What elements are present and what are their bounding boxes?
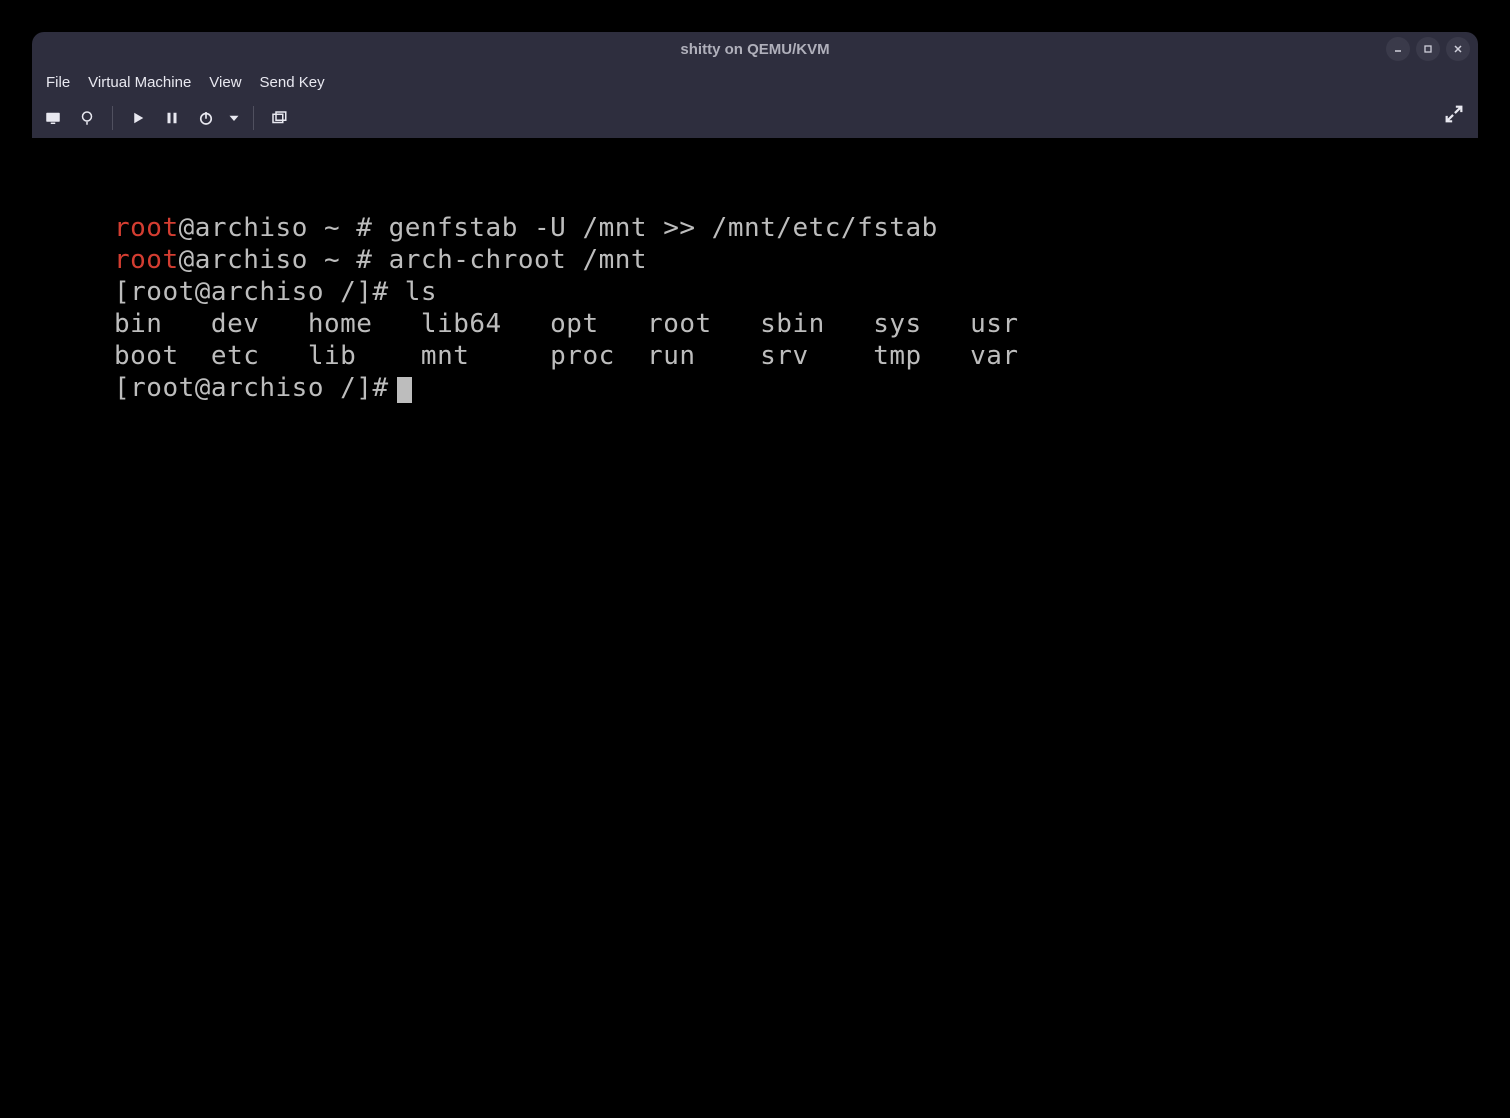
ls-output-row: bin dev home lib64 opt root sbin sys usr: [114, 309, 1019, 339]
chroot-prompt: [root@archiso /]#: [114, 373, 389, 403]
prompt-line: @archiso ~ # arch-chroot /mnt: [179, 245, 647, 275]
toolbar-separator: [253, 106, 254, 130]
toolbar: [32, 98, 1478, 138]
menu-send-key[interactable]: Send Key: [252, 70, 333, 95]
shutdown-menu-button[interactable]: [225, 103, 243, 133]
chroot-prompt: [root@archiso /]# ls: [114, 277, 437, 307]
play-icon: [129, 109, 147, 127]
maximize-icon: [1423, 44, 1433, 54]
window-title: shitty on QEMU/KVM: [680, 41, 829, 58]
details-view-button[interactable]: [72, 103, 102, 133]
snapshots-icon: [270, 109, 288, 127]
close-button[interactable]: [1446, 37, 1470, 61]
power-icon: [197, 109, 215, 127]
run-button[interactable]: [123, 103, 153, 133]
snapshots-button[interactable]: [264, 103, 294, 133]
menu-view[interactable]: View: [201, 70, 249, 95]
window-controls: [1386, 37, 1470, 61]
menu-file[interactable]: File: [38, 70, 78, 95]
monitor-icon: [44, 109, 62, 127]
ls-output-row: boot etc lib mnt proc run srv tmp var: [114, 341, 1019, 371]
chevron-down-icon: [225, 109, 243, 127]
prompt-user: root: [114, 213, 179, 243]
terminal-output: root@archiso ~ # genfstab -U /mnt >> /mn…: [114, 212, 1019, 404]
console-view-button[interactable]: [38, 103, 68, 133]
titlebar: shitty on QEMU/KVM: [32, 32, 1478, 66]
maximize-button[interactable]: [1416, 37, 1440, 61]
toolbar-separator: [112, 106, 113, 130]
guest-display[interactable]: root@archiso ~ # genfstab -U /mnt >> /mn…: [32, 138, 1478, 1086]
fullscreen-icon: [1443, 103, 1465, 125]
close-icon: [1453, 44, 1463, 54]
lightbulb-icon: [78, 109, 96, 127]
pause-button[interactable]: [157, 103, 187, 133]
minimize-button[interactable]: [1386, 37, 1410, 61]
vm-window-chrome: shitty on QEMU/KVM File Virtual Machine …: [32, 32, 1478, 138]
minimize-icon: [1393, 44, 1403, 54]
menu-virtual-machine[interactable]: Virtual Machine: [80, 70, 199, 95]
prompt-user: root: [114, 245, 179, 275]
prompt-line: @archiso ~ # genfstab -U /mnt >> /mnt/et…: [179, 213, 938, 243]
menubar: File Virtual Machine View Send Key: [32, 66, 1478, 98]
terminal-cursor: [397, 377, 412, 403]
pause-icon: [163, 109, 181, 127]
fullscreen-button[interactable]: [1440, 100, 1468, 128]
shutdown-button[interactable]: [191, 103, 221, 133]
